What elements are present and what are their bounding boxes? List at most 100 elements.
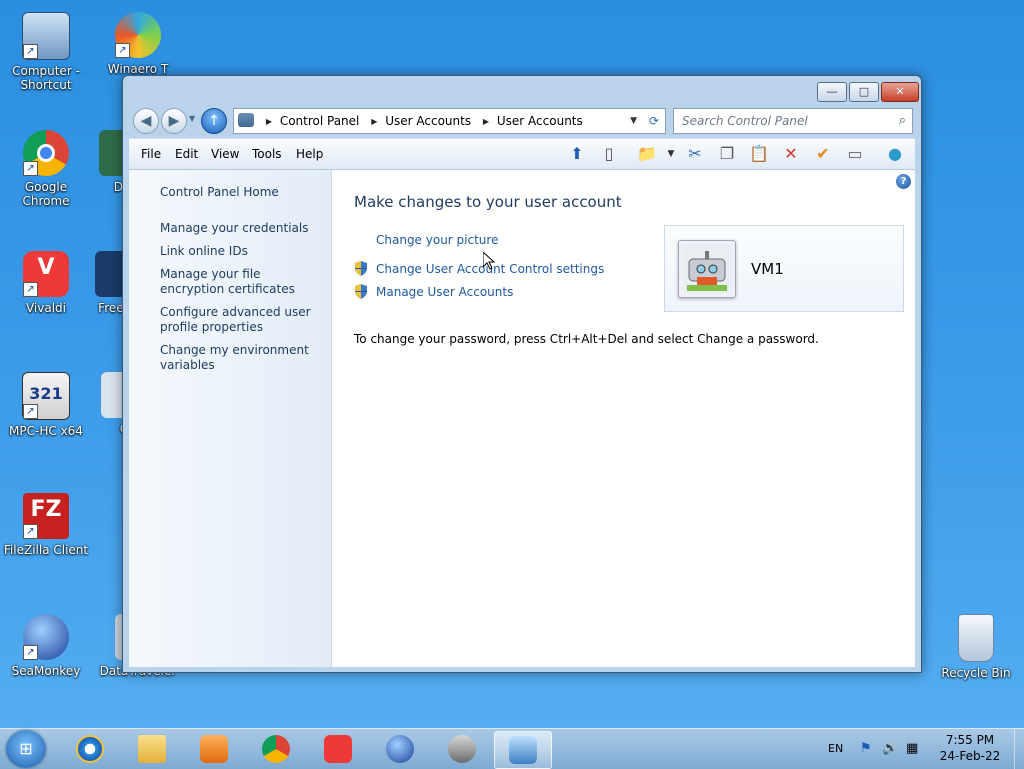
control-panel-icon xyxy=(509,736,537,764)
volume-icon[interactable]: 🔊 xyxy=(882,729,898,769)
desktop-icon-label: Recycle Bin xyxy=(941,666,1011,680)
sidebar-advanced-profile-properties[interactable]: Configure advanced user profile properti… xyxy=(160,305,325,335)
breadcrumb-control-panel[interactable]: Control Panel xyxy=(280,109,360,133)
close-button[interactable]: ✕ xyxy=(881,82,919,102)
user-accounts-window: — □ ✕ ◀ ▶ ▼ ↑ ▶ Control Panel ▶ User Acc… xyxy=(122,75,922,673)
breadcrumb-separator-icon[interactable]: ▶ xyxy=(266,110,272,134)
toolbar-dropdown-icon[interactable]: ▼ xyxy=(659,143,683,165)
toolbar-copy-icon[interactable]: ❐ xyxy=(715,143,739,165)
main-panel: ? Make changes to your user account Chan… xyxy=(331,170,915,667)
search-icon[interactable]: ⌕ xyxy=(899,109,906,133)
network-icon[interactable]: ▦ xyxy=(906,729,918,769)
forward-icon: ▶ xyxy=(168,113,180,129)
control-panel-icon xyxy=(238,113,254,127)
sidebar-environment-variables[interactable]: Change my environment variables xyxy=(160,343,325,373)
manage-user-accounts-link[interactable]: Manage User Accounts xyxy=(376,285,513,299)
toolbar-cut-icon[interactable]: ✂ xyxy=(683,143,707,165)
sidebar-manage-credentials[interactable]: Manage your credentials xyxy=(160,221,325,236)
folder-icon xyxy=(138,735,166,763)
sidebar-file-encryption-certificates[interactable]: Manage your file encryption certificates xyxy=(160,267,325,297)
desktop-icon-filezilla[interactable]: FZ ↗ FileZilla Client xyxy=(0,493,92,557)
up-button[interactable]: ↑ xyxy=(201,108,227,134)
menu-file[interactable]: File xyxy=(141,139,161,169)
search-input[interactable]: Search Control Panel xyxy=(682,109,808,133)
menu-bar: File Edit View Tools Help ⬆ ▯ 📁 ▼ ✂ ❐ 📋 … xyxy=(129,138,915,170)
sidebar: Control Panel Home Manage your credentia… xyxy=(129,170,332,667)
desktop-icon-label: FileZilla Client xyxy=(3,543,89,557)
breadcrumb-user-accounts[interactable]: User Accounts xyxy=(385,109,471,133)
action-center-icon[interactable]: ⚑ xyxy=(860,729,872,769)
taskbar-seamonkey[interactable] xyxy=(372,731,428,767)
computer-icon: ↗ xyxy=(22,12,70,60)
recycle-bin-icon xyxy=(958,614,994,662)
taskbar-chrome[interactable] xyxy=(248,731,304,767)
close-icon: ✕ xyxy=(895,85,905,98)
password-instructions: To change your password, press Ctrl+Alt+… xyxy=(354,332,819,346)
sidebar-link-online-ids[interactable]: Link online IDs xyxy=(160,244,325,259)
breadcrumb-separator-icon[interactable]: ▶ xyxy=(371,110,377,134)
desktop-icon-seamonkey[interactable]: ↗ SeaMonkey xyxy=(0,614,92,678)
taskbar-vivaldi[interactable] xyxy=(310,731,366,767)
recent-pages-chevron-icon[interactable]: ▼ xyxy=(189,114,195,123)
media-player-icon xyxy=(200,735,228,763)
toolbar-web-icon[interactable]: ● xyxy=(883,143,907,165)
minimize-button[interactable]: — xyxy=(817,82,847,102)
taskbar-internet-explorer[interactable] xyxy=(62,731,118,767)
address-bar[interactable]: ▶ Control Panel ▶ User Accounts ▶ User A… xyxy=(233,108,666,134)
mpc-hc-icon: 321 ↗ xyxy=(22,372,70,420)
taskbar: ⊞ EN ⚑ 🔊 ▦ 7:55 PM 24-Feb-22 xyxy=(0,728,1024,769)
account-name: VM1 xyxy=(751,260,784,278)
toolbar-pane-icon[interactable]: ▯ xyxy=(597,143,621,165)
toolbar-delete-icon[interactable]: ✕ xyxy=(779,143,803,165)
show-desktop-button[interactable] xyxy=(1014,729,1024,769)
desktop-icon-recycle-bin[interactable]: Recycle Bin xyxy=(930,614,1022,680)
uac-shield-icon xyxy=(355,261,367,276)
uac-shield-icon xyxy=(355,284,367,299)
mouse-cursor-icon xyxy=(483,252,495,270)
maximize-button[interactable]: □ xyxy=(849,82,879,102)
forward-button[interactable]: ▶ xyxy=(161,108,187,134)
page-title: Make changes to your user account xyxy=(354,193,622,211)
breadcrumb-separator-icon[interactable]: ▶ xyxy=(483,110,489,134)
taskbar-media-player[interactable] xyxy=(186,731,242,767)
taskbar-app[interactable] xyxy=(434,731,490,767)
system-clock[interactable]: 7:55 PM 24-Feb-22 xyxy=(930,732,1010,764)
taskbar-control-panel[interactable] xyxy=(494,731,552,769)
menu-view[interactable]: View xyxy=(211,139,239,169)
toolbar-check-icon[interactable]: ✔ xyxy=(811,143,835,165)
back-button[interactable]: ◀ xyxy=(133,108,159,134)
toolbar-up-icon[interactable]: ⬆ xyxy=(565,143,589,165)
up-arrow-icon: ↑ xyxy=(208,113,220,129)
window-titlebar[interactable]: — □ ✕ xyxy=(123,76,921,104)
desktop-icon-label: SeaMonkey xyxy=(11,664,81,678)
avatar[interactable] xyxy=(678,240,736,298)
toolbar-folder-icon[interactable]: 📁 xyxy=(635,143,659,165)
toolbar-paste-icon[interactable]: 📋 xyxy=(747,143,771,165)
clock-time: 7:55 PM xyxy=(945,733,995,747)
toolbar-properties-icon[interactable]: ▭ xyxy=(843,143,867,165)
seamonkey-icon xyxy=(386,735,414,763)
desktop-icon-computer[interactable]: ↗ Computer - Shortcut xyxy=(0,12,92,92)
search-box[interactable]: Search Control Panel ⌕ xyxy=(673,108,913,134)
start-button[interactable]: ⊞ xyxy=(6,730,46,768)
menu-edit[interactable]: Edit xyxy=(175,139,198,169)
refresh-icon[interactable]: ⟳ xyxy=(649,109,659,133)
breadcrumb-user-accounts-current[interactable]: User Accounts xyxy=(497,109,583,133)
menu-help[interactable]: Help xyxy=(296,139,323,169)
vivaldi-icon xyxy=(324,735,352,763)
vivaldi-icon: V ↗ xyxy=(23,251,69,297)
chrome-icon: ↗ xyxy=(23,130,69,176)
change-picture-link[interactable]: Change your picture xyxy=(376,233,498,247)
desktop-icon-label: Winaero T xyxy=(107,62,169,76)
windows-logo-icon: ⊞ xyxy=(19,739,33,758)
taskbar-file-explorer[interactable] xyxy=(124,731,180,767)
clock-date: 24-Feb-22 xyxy=(939,749,1001,763)
address-dropdown-icon[interactable]: ▼ xyxy=(630,109,637,133)
menu-tools[interactable]: Tools xyxy=(252,139,282,169)
language-indicator[interactable]: EN xyxy=(828,729,843,769)
navigation-bar: ◀ ▶ ▼ ↑ ▶ Control Panel ▶ User Accounts … xyxy=(129,106,915,136)
back-icon: ◀ xyxy=(140,113,152,129)
help-icon[interactable]: ? xyxy=(896,174,911,189)
desktop-icon-winaero[interactable]: ↗ Winaero T xyxy=(92,12,184,76)
sidebar-control-panel-home[interactable]: Control Panel Home xyxy=(160,185,325,200)
